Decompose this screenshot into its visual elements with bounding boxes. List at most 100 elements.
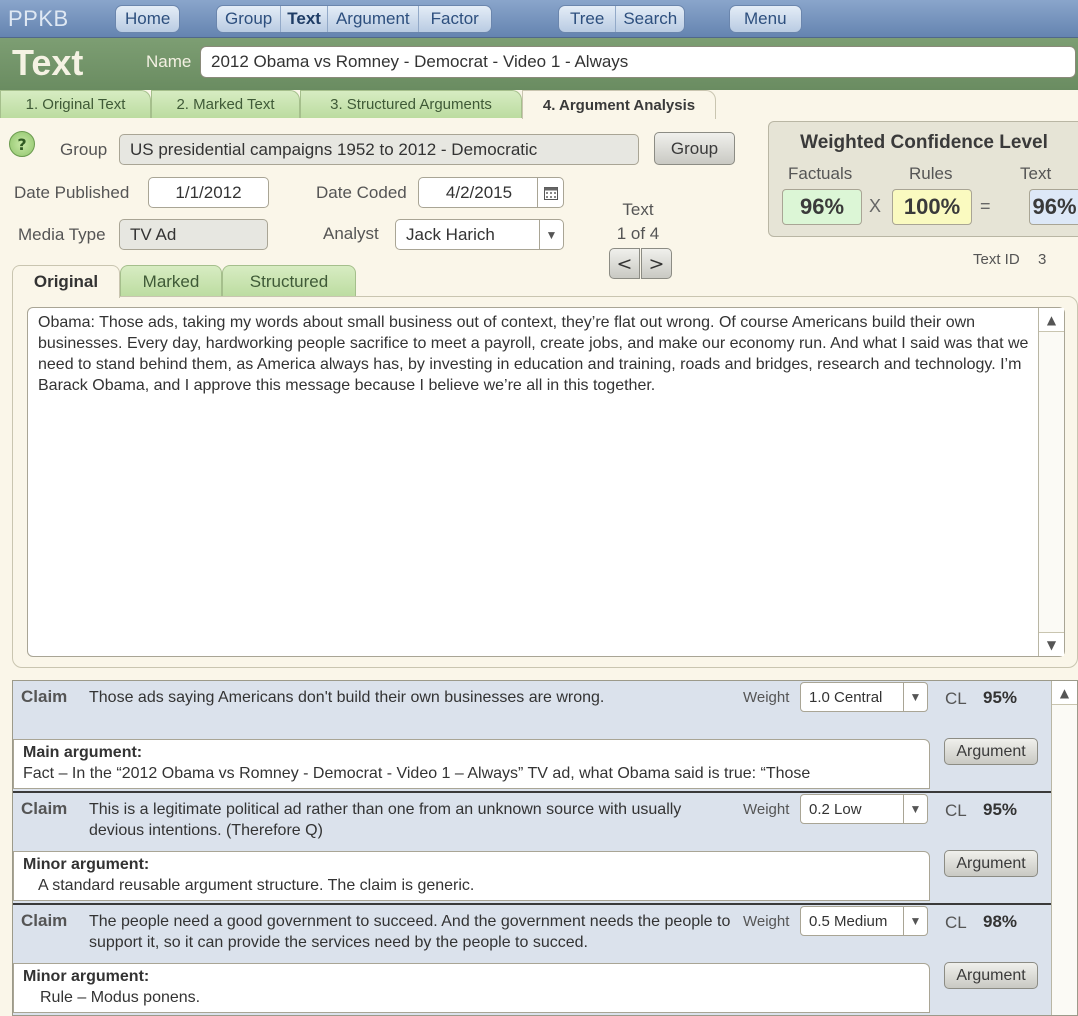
app-logo: PPKB	[8, 6, 69, 31]
original-text: Obama: Those ads, taking my words about …	[38, 314, 1029, 394]
date-published-label: Date Published	[14, 183, 130, 202]
pager-title: Text	[622, 200, 654, 219]
scroll-down-icon[interactable]: ▼	[1039, 632, 1064, 656]
cl-label: CL	[945, 913, 967, 932]
claim-label: Claim	[21, 799, 68, 818]
top-nav-bar: PPKB Home Group Text Argument Factor Tre…	[0, 0, 1078, 38]
text-panel: Obama: Those ads, taking my words about …	[12, 296, 1078, 668]
group-label: Group	[60, 140, 108, 159]
nav-menu-button[interactable]: Menu	[730, 6, 801, 32]
claim-label: Claim	[21, 911, 68, 930]
next-button[interactable]: >	[641, 248, 672, 279]
equals-operator: =	[980, 196, 991, 216]
analyst-label: Analyst	[323, 224, 379, 243]
group-field[interactable]: US presidential campaigns 1952 to 2012 -…	[119, 134, 639, 165]
text-cl-value: 96%	[1029, 189, 1078, 225]
claim-row: Claim Those ads saying Americans don't b…	[13, 681, 1052, 793]
tab-structured-arguments[interactable]: 3. Structured Arguments	[300, 90, 522, 118]
scroll-up-icon[interactable]: ▲	[1039, 308, 1064, 332]
nav-factor-button[interactable]: Factor	[419, 6, 491, 32]
dropdown-arrow-icon[interactable]: ▼	[903, 795, 927, 823]
argument-button[interactable]: Argument	[944, 962, 1038, 989]
rules-value: 100%	[892, 189, 972, 225]
cl-value: 95%	[983, 800, 1018, 819]
nav-group-tools: Tree Search	[558, 5, 686, 33]
text-scrollbar[interactable]: ▲ ▼	[1038, 308, 1064, 656]
weight-select[interactable]: 0.2 Low ▼	[800, 794, 928, 824]
argument-title: Main argument:	[23, 744, 143, 761]
date-published-field[interactable]: 1/1/2012	[148, 177, 269, 208]
cl-value: 98%	[983, 912, 1018, 931]
nav-group-menu: Menu	[729, 5, 802, 33]
argument-button[interactable]: Argument	[944, 850, 1038, 877]
nav-tree-button[interactable]: Tree	[559, 6, 617, 32]
subtab-marked[interactable]: Marked	[120, 265, 222, 297]
cl-label: CL	[945, 689, 967, 708]
factuals-value: 96%	[782, 189, 862, 225]
previous-button[interactable]: <	[609, 248, 640, 279]
rules-label: Rules	[909, 164, 953, 183]
nav-group-button[interactable]: Group	[217, 6, 282, 32]
name-input[interactable]: 2012 Obama vs Romney - Democrat - Video …	[200, 46, 1076, 78]
text-id-value: 3	[1038, 251, 1047, 268]
argument-text: Fact – In the “2012 Obama vs Romney - De…	[23, 765, 811, 782]
argument-box[interactable]: Minor argument: Rule – Modus ponens.	[13, 963, 930, 1013]
date-coded-value: 4/2/2015	[445, 182, 513, 202]
nav-group-home: Home	[115, 5, 181, 33]
tab-argument-analysis[interactable]: 4. Argument Analysis	[522, 90, 716, 119]
weight-value: 0.5 Medium	[809, 912, 888, 930]
argument-box[interactable]: Minor argument: A standard reusable argu…	[13, 851, 930, 901]
tab-original-text[interactable]: 1. Original Text	[0, 90, 151, 118]
text-id-label: Text ID	[973, 251, 1020, 268]
nav-argument-button[interactable]: Argument	[328, 6, 419, 32]
dropdown-arrow-icon[interactable]: ▼	[539, 220, 563, 249]
name-label: Name	[146, 52, 192, 71]
claim-label: Claim	[21, 687, 68, 706]
argument-title: Minor argument:	[23, 856, 150, 873]
argument-box[interactable]: Main argument: Fact – In the “2012 Obama…	[13, 739, 930, 789]
weight-value: 1.0 Central	[809, 688, 883, 706]
claim-text[interactable]: Those ads saying Americans don't build t…	[89, 687, 739, 708]
subtab-original[interactable]: Original	[12, 265, 120, 298]
group-button[interactable]: Group	[654, 132, 735, 165]
factuals-label: Factuals	[788, 164, 853, 183]
page-title: Text	[12, 42, 84, 83]
weight-select[interactable]: 1.0 Central ▼	[800, 682, 928, 712]
claim-row: Claim This is a legitimate political ad …	[13, 793, 1052, 905]
original-text-area[interactable]: Obama: Those ads, taking my words about …	[27, 307, 1065, 657]
analyst-select[interactable]: Jack Harich ▼	[395, 219, 564, 250]
dropdown-arrow-icon[interactable]: ▼	[903, 683, 927, 711]
times-operator: X	[869, 196, 882, 216]
weight-label: Weight	[743, 801, 790, 818]
claim-text[interactable]: This is a legitimate political ad rather…	[89, 799, 739, 841]
claim-row: Claim The people need a good government …	[13, 905, 1052, 1015]
date-coded-label: Date Coded	[316, 183, 407, 202]
nav-group-main: Group Text Argument Factor	[216, 5, 492, 33]
claims-scrollbar[interactable]: ▲	[1051, 681, 1077, 1015]
text-cl-label: Text	[1020, 164, 1052, 183]
pager-position: 1 of 4	[616, 224, 660, 243]
weight-label: Weight	[743, 913, 790, 930]
argument-button[interactable]: Argument	[944, 738, 1038, 765]
nav-home-button[interactable]: Home	[116, 6, 179, 32]
tab-marked-text[interactable]: 2. Marked Text	[151, 90, 300, 118]
cl-label: CL	[945, 801, 967, 820]
media-type-label: Media Type	[18, 225, 106, 244]
weight-select[interactable]: 0.5 Medium ▼	[800, 906, 928, 936]
subtab-structured[interactable]: Structured	[222, 265, 356, 297]
argument-text: Rule – Modus ponens.	[40, 989, 201, 1006]
nav-search-button[interactable]: Search	[616, 6, 684, 32]
scroll-up-icon[interactable]: ▲	[1052, 681, 1077, 705]
calendar-icon[interactable]	[537, 178, 563, 207]
date-coded-field[interactable]: 4/2/2015	[418, 177, 564, 208]
main-tabs: 1. Original Text 2. Marked Text 3. Struc…	[0, 90, 1078, 119]
nav-text-button[interactable]: Text	[281, 6, 328, 32]
claim-text[interactable]: The people need a good government to suc…	[89, 911, 739, 953]
analyst-value: Jack Harich	[406, 224, 495, 244]
media-type-field[interactable]: TV Ad	[119, 219, 268, 250]
argument-text: A standard reusable argument structure. …	[38, 877, 475, 894]
dropdown-arrow-icon[interactable]: ▼	[903, 907, 927, 935]
text-pager-label: Text 1 of 4	[612, 198, 664, 246]
help-icon[interactable]: ?	[9, 131, 35, 157]
wcl-title: Weighted Confidence Level	[800, 132, 1048, 153]
